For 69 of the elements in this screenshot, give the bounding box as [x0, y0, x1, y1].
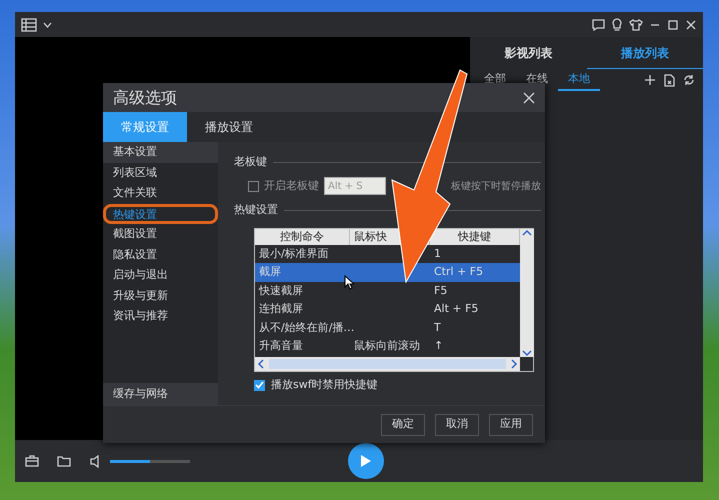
- dialog-button[interactable]: 确定: [381, 414, 425, 436]
- sidebar-item[interactable]: 列表区域: [103, 162, 218, 183]
- scroll-right-icon[interactable]: [510, 359, 518, 369]
- scroll-down-icon[interactable]: [522, 349, 532, 357]
- chevron-down-icon[interactable]: [43, 22, 52, 28]
- volume-slider[interactable]: [110, 460, 190, 462]
- sidebar-item[interactable]: 基本设置: [103, 142, 218, 162]
- sidebar-item[interactable]: 热键设置: [103, 204, 218, 224]
- sidebar-item[interactable]: 资讯与推荐: [103, 306, 218, 326]
- table-cell-text: 最小/标准界面: [258, 246, 330, 262]
- table-row[interactable]: 截屏 Ctrl + F5: [255, 263, 520, 282]
- table-cell-text: 快速截屏: [258, 282, 304, 299]
- dialog-button[interactable]: 应用: [489, 414, 533, 436]
- table-cell-text: 截屏: [258, 264, 282, 280]
- table-cell-text: ↑: [433, 338, 444, 354]
- close-icon[interactable]: [685, 18, 697, 30]
- table-cell-text: Ctrl + F5: [433, 264, 484, 280]
- sidebar-item[interactable]: 启动与退出: [103, 265, 218, 286]
- close-icon[interactable]: [523, 92, 535, 104]
- table-row[interactable]: 从不/始终在前/播… T: [255, 318, 520, 337]
- section-title: 老板键: [234, 154, 267, 170]
- table-cell-text: T: [433, 320, 442, 336]
- scrollbar[interactable]: [255, 357, 520, 371]
- mouse-pointer-icon: [344, 275, 354, 290]
- sidebar-item[interactable]: 文件关联: [103, 183, 218, 204]
- hint-text: 板键按下时暂停播放: [451, 180, 541, 194]
- table-row[interactable]: 最小/标准界面 1: [255, 245, 520, 264]
- table-cell-text: 升高音量: [258, 338, 304, 354]
- chat-icon[interactable]: [592, 18, 605, 30]
- file-remove-icon[interactable]: [664, 74, 675, 86]
- table-row[interactable]: 连拍截屏 Alt + F5: [255, 300, 520, 319]
- refresh-icon[interactable]: [683, 74, 695, 86]
- table-cell-text: F5: [433, 282, 448, 299]
- play-button[interactable]: [348, 443, 384, 479]
- sidebar-item[interactable]: 升级与更新: [103, 286, 218, 306]
- sidebar-item[interactable]: 截图设置: [103, 224, 218, 244]
- layout-icon[interactable]: [21, 18, 37, 32]
- table-cell-text: 连拍截屏: [258, 301, 304, 318]
- checkbox[interactable]: [254, 380, 265, 390]
- scroll-up-icon[interactable]: [522, 229, 532, 237]
- table-cell-text: 1: [433, 246, 442, 262]
- column-header[interactable]: 鼠标快: [354, 230, 387, 243]
- checkbox-label: 开启老板键: [264, 178, 319, 194]
- section-title: 热键设置: [234, 202, 278, 218]
- shirt-icon[interactable]: [629, 18, 643, 30]
- column-header[interactable]: 快捷键: [458, 230, 491, 243]
- scroll-left-icon[interactable]: [257, 359, 265, 369]
- toolbox-icon[interactable]: [25, 455, 39, 467]
- play-icon: [360, 454, 372, 468]
- panel-tab[interactable]: 播放列表: [586, 37, 703, 69]
- maximize-icon[interactable]: [667, 18, 679, 30]
- plus-icon[interactable]: [644, 74, 656, 86]
- panel-tab[interactable]: 影视列表: [470, 37, 586, 69]
- table-row[interactable]: 升高音量 鼠标向前滚动 ↑: [255, 336, 520, 356]
- table-cell-text: 鼠标向前滚动: [353, 338, 421, 354]
- dialog-button[interactable]: 取消: [435, 414, 479, 436]
- dialog-title: 高级选项: [113, 86, 177, 108]
- scrollbar[interactable]: [520, 229, 534, 357]
- table-cell-text: Alt + F5: [433, 301, 480, 318]
- sidebar-item[interactable]: 缓存与网络: [103, 383, 218, 405]
- folder-icon[interactable]: [57, 455, 72, 467]
- table-row[interactable]: 快速截屏 F5: [255, 282, 520, 300]
- sidebar-item[interactable]: 隐私设置: [103, 244, 218, 265]
- column-header[interactable]: 控制命令: [280, 230, 324, 243]
- checkbox[interactable]: [248, 180, 259, 192]
- source-tab[interactable]: 本地: [558, 69, 600, 91]
- settings-tab[interactable]: 播放设置: [187, 112, 271, 142]
- checkbox-label: 播放swf时禁用快捷键: [271, 376, 378, 393]
- lightbulb-icon[interactable]: [611, 18, 623, 31]
